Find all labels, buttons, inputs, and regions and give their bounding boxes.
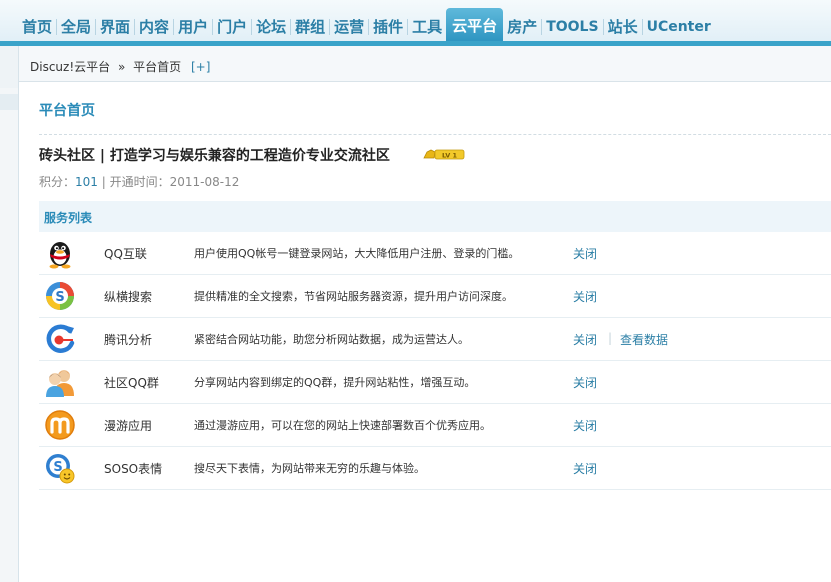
- score-label: 积分：: [39, 175, 76, 189]
- service-name: 腾讯分析: [104, 333, 153, 347]
- add-shortcut-link[interactable]: [+]: [191, 60, 210, 74]
- nav-item-ucenter[interactable]: UCenter: [643, 12, 715, 42]
- action-divider: |: [608, 331, 613, 345]
- service-name: 纵横搜索: [104, 290, 153, 304]
- nav-item-tools[interactable]: 工具: [408, 12, 446, 42]
- analytics-icon: [46, 324, 75, 353]
- close-service-link[interactable]: 关闭: [573, 245, 597, 262]
- service-name: 社区QQ群: [104, 376, 159, 390]
- service-name: QQ互联: [104, 247, 147, 261]
- nav-item-global[interactable]: 全局: [57, 12, 95, 42]
- close-service-link[interactable]: 关闭: [573, 417, 597, 434]
- services-header: 服务列表: [39, 201, 831, 232]
- qq-penguin-icon: [49, 242, 71, 269]
- breadcrumb: Discuz!云平台 » 平台首页 [+]: [30, 58, 214, 75]
- close-service-link[interactable]: 关闭: [573, 460, 597, 477]
- service-description: 用户使用QQ帐号一键登录网站，大大降低用户注册、登录的门槛。: [194, 247, 520, 260]
- nav-item-groups[interactable]: 群组: [291, 12, 329, 42]
- nav-item-interface[interactable]: 界面: [96, 12, 134, 42]
- service-row: S SOSO表情 搜尽天下表情，为网站带来无穷的乐趣与体验。 关闭: [39, 447, 831, 490]
- service-row: 社区QQ群 分享网站内容到绑定的QQ群，提升网站粘性，增强互动。 关闭: [39, 361, 831, 404]
- page-title: 平台首页: [39, 103, 95, 119]
- nav-item-tools-en[interactable]: TOOLS: [542, 12, 602, 42]
- score-value[interactable]: 101: [75, 175, 98, 189]
- level-badge-text: LV 1: [442, 152, 458, 160]
- sidebar-item[interactable]: [0, 94, 18, 110]
- breadcrumb-separator: »: [117, 60, 126, 74]
- sidebar-header: [0, 46, 18, 88]
- view-data-link[interactable]: 查看数据: [620, 331, 668, 348]
- nav-item-cloud-platform[interactable]: 云平台: [446, 8, 504, 44]
- sidebar: [0, 46, 19, 582]
- meta-divider: |: [97, 175, 110, 189]
- site-name: 砖头社区 | 打造学习与娱乐兼容的工程造价专业交流社区: [39, 148, 390, 164]
- service-row: QQ互联 用户使用QQ帐号一键登录网站，大大降低用户注册、登录的门槛。 关闭: [39, 232, 831, 275]
- service-row: 腾讯分析 紧密结合网站功能，助您分析网站数据，成为运营达人。 关闭 | 查看数据: [39, 318, 831, 361]
- nav-item-house[interactable]: 房产: [503, 12, 541, 42]
- nav-menu: 首页 全局 界面 内容 用户 门户 论坛 群组 运营 插件 工具 云平台 房产 …: [18, 8, 715, 44]
- nav-item-users[interactable]: 用户: [174, 12, 212, 42]
- soso-emoticon-icon: S: [46, 454, 75, 484]
- nav-item-plugins[interactable]: 插件: [369, 12, 407, 42]
- breadcrumb-root[interactable]: Discuz!云平台: [30, 60, 110, 74]
- service-description: 搜尽天下表情，为网站带来无穷的乐趣与体验。: [194, 462, 425, 475]
- service-description: 提供精准的全文搜索，节省网站服务器资源，提升用户访问深度。: [194, 290, 513, 303]
- site-meta: 积分：101 | 开通时间：2011-08-12: [39, 173, 239, 190]
- soso-search-icon: S: [46, 282, 74, 310]
- level-badge-icon: LV 1: [423, 149, 465, 160]
- service-row: 漫游应用 通过漫游应用，可以在您的网站上快速部署数百个优秀应用。 关闭: [39, 404, 831, 447]
- nav-item-home[interactable]: 首页: [18, 12, 56, 42]
- open-time: 开通时间：2011-08-12: [109, 175, 240, 189]
- nav-item-operations[interactable]: 运营: [330, 12, 368, 42]
- service-description: 紧密结合网站功能，助您分析网站数据，成为运营达人。: [194, 333, 469, 346]
- title-divider: [39, 134, 831, 135]
- service-name: 漫游应用: [104, 419, 153, 433]
- qq-group-icon: [46, 370, 74, 397]
- nav-item-forum[interactable]: 论坛: [252, 12, 290, 42]
- breadcrumb-bar: Discuz!云平台 » 平台首页 [+]: [19, 46, 831, 82]
- close-service-link[interactable]: 关闭: [573, 331, 597, 348]
- close-service-link[interactable]: 关闭: [573, 288, 597, 305]
- nav-item-webmaster[interactable]: 站长: [604, 12, 642, 42]
- service-description: 分享网站内容到绑定的QQ群，提升网站粘性，增强互动。: [194, 376, 476, 389]
- service-description: 通过漫游应用，可以在您的网站上快速部署数百个优秀应用。: [194, 419, 491, 432]
- services-title: 服务列表: [44, 211, 93, 225]
- close-service-link[interactable]: 关闭: [573, 374, 597, 391]
- nav-item-portal[interactable]: 门户: [213, 12, 251, 42]
- svg-text:S: S: [55, 290, 64, 305]
- breadcrumb-current: 平台首页: [133, 60, 182, 74]
- manyou-icon: [45, 410, 75, 440]
- service-row: S 纵横搜索 提供精准的全文搜索，节省网站服务器资源，提升用户访问深度。 关闭: [39, 275, 831, 318]
- service-name: SOSO表情: [104, 462, 163, 476]
- top-navigation: 首页 全局 界面 内容 用户 门户 论坛 群组 运营 插件 工具 云平台 房产 …: [0, 0, 831, 46]
- nav-item-content[interactable]: 内容: [135, 12, 173, 42]
